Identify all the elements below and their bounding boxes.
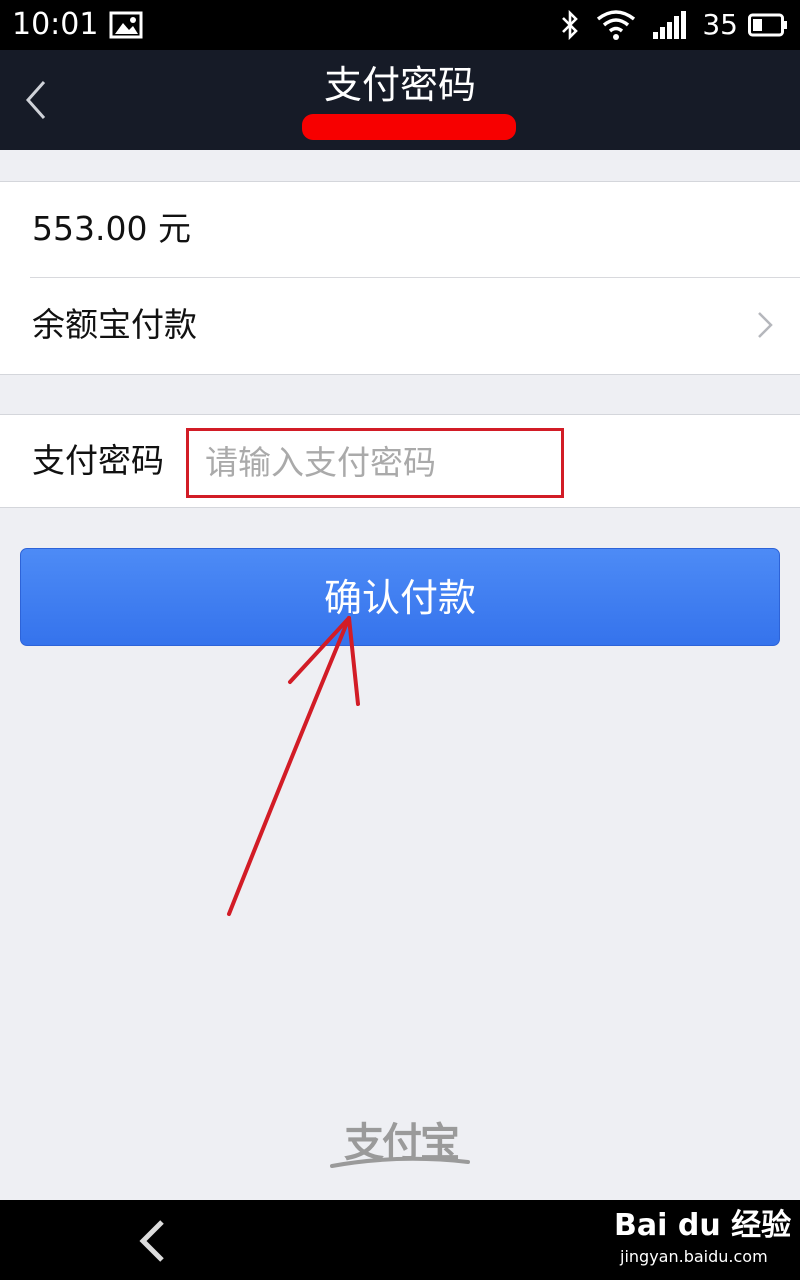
payment-method-row[interactable]: 余额宝付款	[0, 278, 800, 374]
title-highlight-mark	[302, 114, 516, 140]
alipay-logo: 支付宝	[328, 1118, 474, 1174]
battery-icon	[748, 13, 787, 37]
bluetooth-icon	[562, 9, 579, 41]
chevron-right-icon	[758, 312, 773, 338]
battery-level: 35	[702, 8, 738, 41]
image-notification-icon	[109, 11, 143, 39]
amount-text: 553.00 元	[32, 209, 191, 248]
baidu-watermark: Bai du 经验 jingyan.baidu.com	[614, 1206, 791, 1276]
status-icons: 35	[544, 8, 788, 42]
signal-icon	[653, 11, 687, 39]
watermark-url: jingyan.baidu.com	[620, 1247, 768, 1266]
status-bar: 10:01 35	[0, 0, 800, 50]
watermark-brand: Bai du 经验	[614, 1208, 792, 1243]
status-time: 10:01	[12, 7, 99, 42]
password-label: 支付密码	[32, 441, 164, 480]
nav-back-icon[interactable]	[136, 1218, 168, 1264]
amount-row: 553.00 元	[0, 182, 800, 278]
navigation-bar: Bai du 经验 jingyan.baidu.com	[0, 1200, 800, 1280]
wifi-icon	[597, 10, 636, 40]
password-input[interactable]: 请输入支付密码	[186, 428, 564, 498]
payment-method-text: 余额宝付款	[32, 305, 197, 344]
page-title: 支付密码	[323, 63, 476, 107]
confirm-payment-button[interactable]: 确认付款	[20, 548, 780, 646]
title-bar: 支付密码	[0, 50, 800, 150]
password-card: 支付密码 请输入支付密码	[0, 414, 800, 508]
order-card: 553.00 元 余额宝付款	[0, 181, 800, 375]
alipay-logo-swoosh	[330, 1156, 470, 1168]
